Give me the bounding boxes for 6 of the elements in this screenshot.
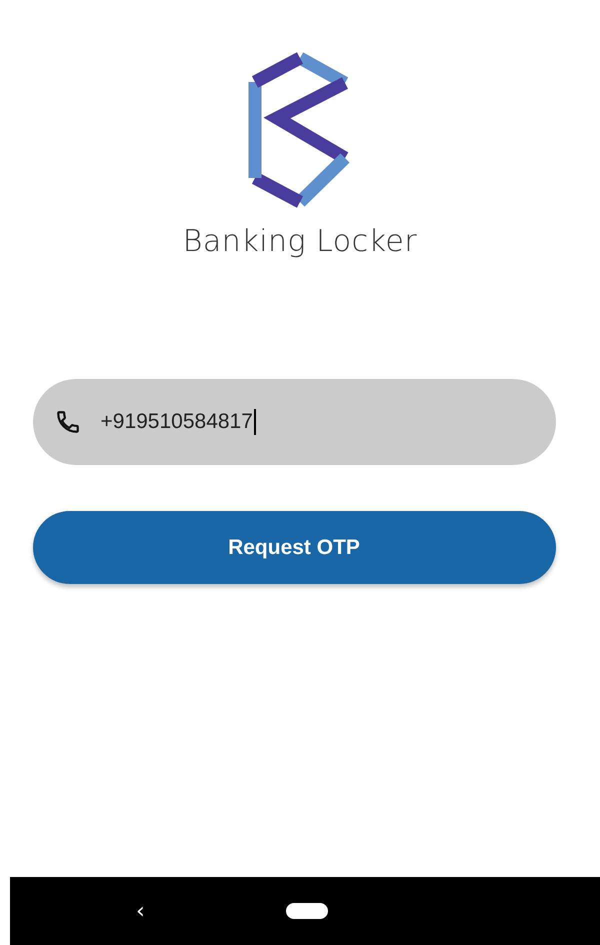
home-button[interactable]: [286, 903, 328, 919]
back-button[interactable]: ‹: [132, 898, 149, 924]
phone-input-field[interactable]: +919510584817: [32, 379, 556, 465]
app-name: Banking Locker: [182, 224, 418, 259]
phone-icon: [54, 409, 80, 435]
request-otp-button[interactable]: Request OTP: [32, 511, 556, 584]
